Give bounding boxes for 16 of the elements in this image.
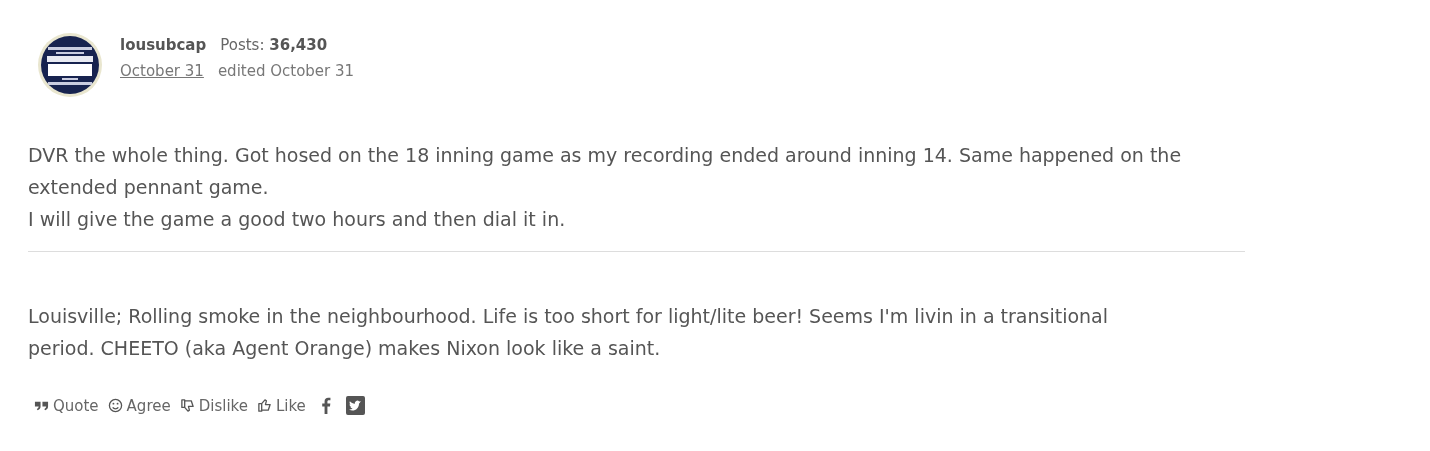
thumbs-down-icon: [179, 398, 195, 413]
edited-label: edited October 31: [217, 62, 355, 80]
agree-button[interactable]: Agree: [107, 396, 171, 415]
username-link[interactable]: lousubcap: [120, 36, 207, 54]
twitter-button[interactable]: [345, 396, 365, 415]
post-date-link[interactable]: October 31: [120, 62, 204, 80]
post-count: Posts: 36,430: [220, 36, 328, 54]
dislike-button[interactable]: Dislike: [179, 396, 248, 415]
facebook-button[interactable]: [320, 397, 331, 414]
smiley-icon: [107, 398, 123, 413]
signature-text: Louisville; Rolling smoke in the neighbourhood. Life is too short for light/lite beer! Seems I'm livin in a transitional period. CHEETO (aka Agent Orange) makes Nixon look like a saint.: [28, 304, 1109, 361]
quote-button[interactable]: Quote: [34, 396, 99, 415]
like-button[interactable]: Like: [256, 396, 306, 415]
post-text: DVR the whole thing. Got hosed on the 18 inning game as my recording ended around inning 14. Same happened on the extended pennant game.: [28, 143, 1183, 200]
post-text: I will give the game a good two hours and then dial it in.: [28, 207, 567, 232]
thumbs-up-icon: [256, 398, 272, 413]
